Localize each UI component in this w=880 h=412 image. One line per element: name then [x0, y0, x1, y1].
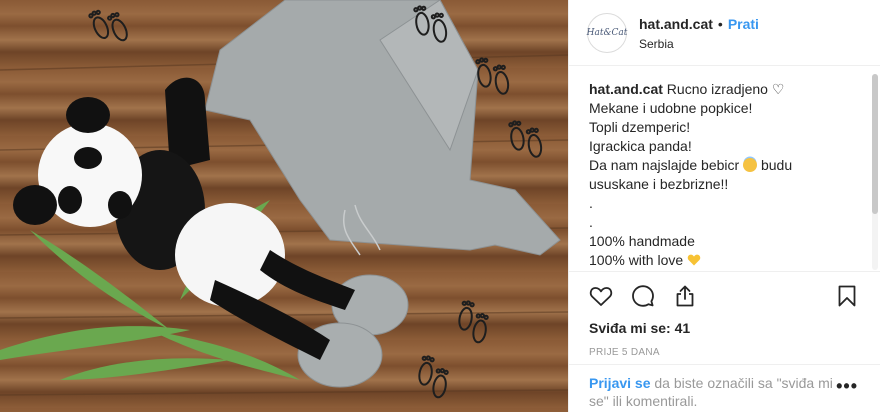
post-header: Hat&Cat hat.and.cat • Prati Serbia — [569, 0, 880, 66]
caption-scrollbar[interactable] — [872, 74, 878, 270]
caption-line: ususkane i bezbrizne!! — [589, 176, 729, 192]
avatar[interactable]: Hat&Cat — [586, 12, 628, 53]
caption-line: Mekane i udobne popkice! — [589, 100, 753, 116]
more-options-button[interactable]: ••• — [836, 376, 858, 397]
username-link[interactable]: hat.and.cat — [639, 15, 713, 33]
comment-button[interactable] — [629, 282, 657, 310]
caption-line: 100% handmade — [589, 233, 695, 249]
more-dots-icon: ••• — [836, 376, 858, 396]
caption-line: Igrackica panda! — [589, 138, 692, 154]
follow-button[interactable]: Prati — [728, 15, 759, 33]
login-link[interactable]: Prijavi se — [589, 375, 651, 391]
like-button[interactable] — [587, 282, 615, 310]
photo-illustration — [0, 0, 568, 399]
caption-text: Rucno izradjeno ♡ — [666, 81, 785, 97]
save-button[interactable] — [833, 282, 861, 310]
caption-line: . — [589, 270, 863, 271]
caption-text: budu — [760, 157, 793, 173]
scrollbar-thumb[interactable] — [872, 74, 878, 214]
share-upload-icon — [676, 285, 694, 307]
share-button[interactable] — [671, 282, 699, 310]
header-line: hat.and.cat • Prati — [639, 15, 759, 33]
caption-line: Topli dzemperic! — [589, 119, 691, 135]
post-sidebar: Hat&Cat hat.and.cat • Prati Serbia hat.a… — [568, 0, 880, 412]
caption-line: . — [589, 214, 593, 230]
caption: hat.and.cat Rucno izradjeno ♡ Mekane i u… — [569, 66, 880, 272]
caption-username[interactable]: hat.and.cat — [589, 81, 663, 97]
caption-line: Da nam najslajde bebicr budu — [589, 156, 863, 175]
caption-line: 100% with love — [589, 251, 863, 270]
separator-dot: • — [717, 15, 723, 32]
action-bar — [585, 282, 867, 312]
heart-outline-icon — [589, 287, 613, 306]
bookmark-icon — [838, 285, 856, 307]
caption-line: . — [589, 195, 593, 211]
caption-text: Da nam najslajde bebicr — [589, 157, 740, 173]
post-photo[interactable] — [0, 0, 568, 412]
smiling-face-with-halo-icon — [743, 158, 758, 172]
yellow-heart-icon — [687, 254, 701, 266]
login-prompt: Prijavi se da biste označili sa "sviđa m… — [569, 364, 880, 412]
post-timestamp[interactable]: PRIJE 5 DANA — [589, 347, 660, 358]
location-link[interactable]: Serbia — [639, 37, 759, 51]
comment-bubble-icon — [632, 285, 654, 307]
caption-text: 100% with love — [589, 252, 684, 268]
likes-count[interactable]: Sviđa mi se: 41 — [589, 320, 690, 336]
header-text: hat.and.cat • Prati Serbia — [639, 15, 759, 51]
caption-line: hat.and.cat Rucno izradjeno ♡ — [589, 80, 863, 99]
avatar-logo-text: Hat&Cat — [586, 27, 628, 38]
